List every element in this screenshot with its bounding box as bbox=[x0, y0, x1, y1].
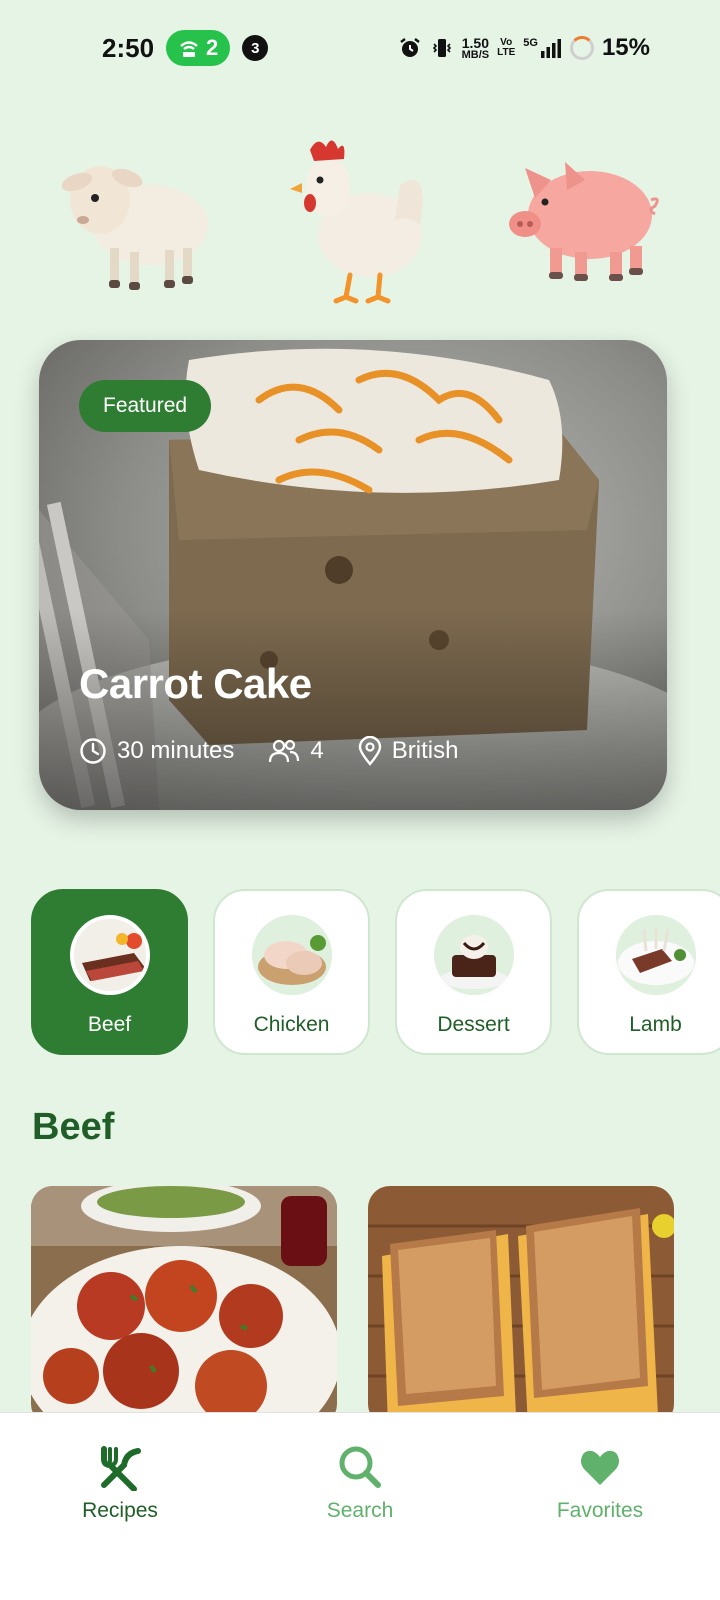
category-label: Beef bbox=[87, 1013, 132, 1036]
category-label: Dessert bbox=[437, 1013, 510, 1036]
meta-servings-text: 4 bbox=[310, 737, 324, 764]
chicken-icon[interactable] bbox=[275, 125, 445, 305]
status-time: 2:50 bbox=[102, 32, 155, 63]
notification-count-badge: 3 bbox=[242, 35, 269, 61]
signal-indicator: 5G bbox=[523, 37, 562, 59]
featured-recipe-card[interactable]: Featured Carrot Cake 30 minutes 4 Britis… bbox=[39, 340, 667, 810]
speed-value: 1.50 bbox=[461, 34, 489, 51]
speed-unit: MB/S bbox=[461, 48, 490, 61]
sheep-icon[interactable] bbox=[50, 125, 220, 305]
battery-ring-icon bbox=[569, 36, 594, 60]
meta-servings: 4 bbox=[268, 737, 324, 765]
alarm-icon bbox=[399, 38, 420, 57]
hotspot-count: 2 bbox=[206, 35, 219, 60]
section-title: Beef bbox=[32, 1106, 115, 1148]
featured-meta: 30 minutes 4 British bbox=[79, 736, 458, 766]
featured-title: Carrot Cake bbox=[79, 660, 312, 707]
protein-quick-filters bbox=[50, 120, 670, 310]
clock-icon bbox=[80, 738, 106, 764]
pig-icon[interactable] bbox=[500, 125, 670, 305]
nav-label: Recipes bbox=[82, 1499, 158, 1522]
meta-cuisine: British bbox=[358, 736, 459, 766]
location-pin-icon bbox=[358, 736, 381, 766]
category-label: Lamb bbox=[629, 1013, 682, 1036]
heart-icon bbox=[581, 1450, 619, 1485]
signal-icon bbox=[540, 39, 561, 58]
nav-label: Favorites bbox=[556, 1499, 644, 1522]
meal-card[interactable] bbox=[31, 1186, 337, 1426]
category-chicken[interactable]: Chicken bbox=[213, 889, 370, 1055]
nav-label: Search bbox=[326, 1499, 394, 1522]
volte-indicator: Vo LTE bbox=[497, 38, 515, 58]
category-dessert[interactable]: Dessert bbox=[395, 889, 552, 1055]
meal-image bbox=[368, 1186, 674, 1426]
beef-thumbnail bbox=[69, 915, 150, 995]
meta-time: 30 minutes bbox=[79, 737, 234, 765]
category-beef[interactable]: Beef bbox=[31, 889, 188, 1055]
featured-badge: Featured bbox=[79, 380, 212, 432]
meal-image bbox=[31, 1186, 337, 1426]
category-lamb[interactable]: Lamb bbox=[577, 889, 720, 1055]
nav-favorites[interactable]: Favorites bbox=[510, 1443, 690, 1523]
bottom-navigation: Recipes Search Favorites bbox=[0, 1412, 720, 1600]
network-speed: 1.50 MB/S bbox=[462, 36, 490, 61]
hotspot-icon bbox=[180, 41, 198, 57]
search-icon bbox=[339, 1446, 381, 1488]
fork-knife-icon bbox=[101, 1446, 141, 1491]
network-type: 5G bbox=[523, 37, 538, 49]
meal-card[interactable] bbox=[368, 1186, 674, 1426]
category-list: Beef Chicken Dessert Lamb bbox=[31, 889, 720, 1057]
category-label: Chicken bbox=[253, 1013, 330, 1036]
volte-bottom: LTE bbox=[497, 47, 516, 58]
featured-gradient-overlay bbox=[39, 610, 667, 810]
status-bar: 2:50 2 3 1.50 MB/S Vo LTE 5G 15% bbox=[0, 0, 720, 96]
dessert-thumbnail bbox=[433, 915, 514, 995]
lamb-thumbnail bbox=[615, 915, 696, 995]
battery-percent: 15% bbox=[601, 34, 650, 61]
nav-search[interactable]: Search bbox=[270, 1443, 450, 1523]
meta-cuisine-text: British bbox=[391, 737, 459, 764]
vibrate-icon bbox=[432, 39, 451, 57]
hotspot-badge: 2 bbox=[166, 30, 231, 66]
people-icon bbox=[269, 739, 300, 763]
chicken-thumbnail bbox=[251, 915, 332, 995]
meta-time-text: 30 minutes bbox=[117, 737, 235, 764]
nav-recipes[interactable]: Recipes bbox=[30, 1443, 210, 1523]
